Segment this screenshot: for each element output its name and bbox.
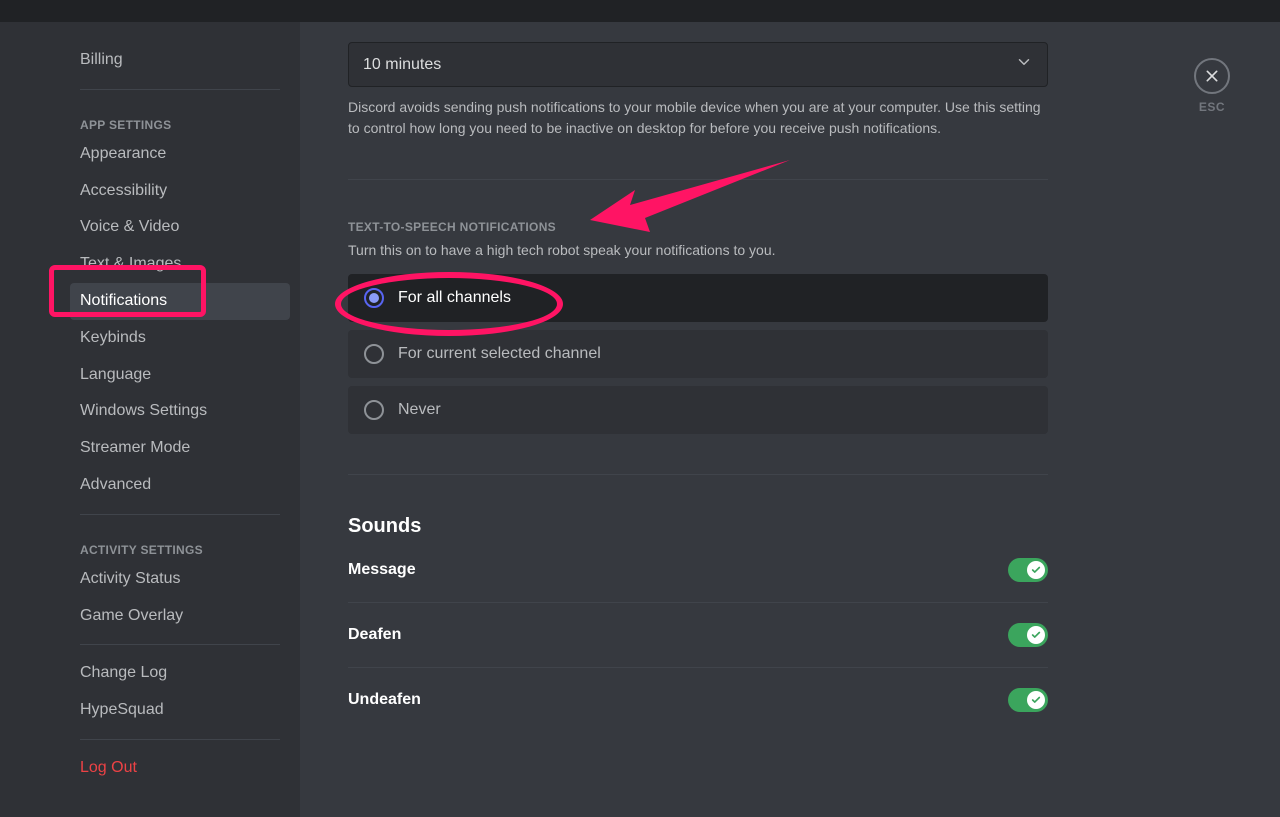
tts-section-subtext: Turn this on to have a high tech robot s… [348,242,1048,258]
sidebar-item-keybinds[interactable]: Keybinds [70,320,290,357]
sound-row-message: Message [348,538,1048,603]
sound-toggle-deafen[interactable] [1008,623,1048,647]
sidebar-item-label: Change Log [80,664,167,681]
sidebar-item-label: Log Out [80,759,137,776]
window-titlebar [0,0,1280,22]
toggle-thumb [1027,626,1045,644]
sidebar-item-voice-video[interactable]: Voice & Video [70,209,290,246]
sound-row-deafen: Deafen [348,603,1048,668]
close-button[interactable] [1194,58,1230,94]
section-divider [348,179,1048,180]
sidebar-item-label: Game Overlay [80,607,183,624]
radio-icon [364,288,384,308]
sidebar-item-label: Voice & Video [80,218,179,235]
sound-label: Message [348,561,416,579]
radio-label: For all channels [398,289,511,307]
sidebar-item-game-overlay[interactable]: Game Overlay [70,598,290,635]
radio-icon [364,344,384,364]
section-divider [348,474,1048,475]
sidebar-header-activity-settings: Activity Settings [70,525,290,561]
sidebar-item-appearance[interactable]: Appearance [70,136,290,173]
sound-toggle-message[interactable] [1008,558,1048,582]
sidebar-item-label: Accessibility [80,182,167,199]
sidebar-item-logout[interactable]: Log Out [70,750,290,787]
select-value: 10 minutes [363,56,441,74]
sidebar-divider [80,644,280,645]
sound-label: Undeafen [348,691,421,709]
tts-option-current-channel[interactable]: For current selected channel [348,330,1048,378]
check-icon [1031,565,1041,575]
sidebar-divider [80,89,280,90]
tts-option-never[interactable]: Never [348,386,1048,434]
radio-label: Never [398,401,441,419]
sidebar-item-notifications[interactable]: Notifications [70,283,290,320]
radio-icon [364,400,384,420]
sidebar-item-hypesquad[interactable]: HypeSquad [70,692,290,729]
sidebar-header-app-settings: App Settings [70,100,290,136]
radio-label: For current selected channel [398,345,601,363]
sound-toggle-undeafen[interactable] [1008,688,1048,712]
sidebar-item-label: Streamer Mode [80,439,190,456]
sidebar-item-windows-settings[interactable]: Windows Settings [70,393,290,430]
settings-content-area: ESC 10 minutes Discord avoids sending pu… [300,22,1280,817]
toggle-thumb [1027,561,1045,579]
sidebar-item-label: Language [80,366,151,383]
sidebar-item-label: Keybinds [80,329,146,346]
sidebar-item-label: Text & Images [80,255,181,272]
sidebar-item-label: Windows Settings [80,402,207,419]
sound-label: Deafen [348,626,401,644]
sidebar-item-accessibility[interactable]: Accessibility [70,173,290,210]
sidebar-item-change-log[interactable]: Change Log [70,655,290,692]
notifications-settings-content: 10 minutes Discord avoids sending push n… [308,22,1088,817]
sounds-section-title: Sounds [348,515,1048,538]
check-icon [1031,630,1041,640]
sidebar-divider [80,739,280,740]
inactive-timeout-select[interactable]: 10 minutes [348,42,1048,87]
settings-sidebar-container: Billing App Settings Appearance Accessib… [0,22,300,817]
sidebar-item-text-images[interactable]: Text & Images [70,246,290,283]
sidebar-item-label: Activity Status [80,570,180,587]
sidebar-item-label: Advanced [80,476,151,493]
check-icon [1031,695,1041,705]
sidebar-item-label: HypeSquad [80,701,164,718]
tts-option-all-channels[interactable]: For all channels [348,274,1048,322]
settings-sidebar: Billing App Settings Appearance Accessib… [60,22,300,817]
inactive-timeout-helper: Discord avoids sending push notification… [348,97,1048,139]
tts-section-header: Text-to-Speech Notifications [348,220,1048,234]
close-icon [1204,68,1220,84]
sound-row-undeafen: Undeafen [348,668,1048,732]
toggle-thumb [1027,691,1045,709]
sidebar-item-language[interactable]: Language [70,357,290,394]
tts-radio-group: For all channels For current selected ch… [348,274,1048,434]
chevron-down-icon [1015,53,1033,76]
sidebar-item-label: Notifications [80,292,167,309]
sidebar-item-label: Billing [80,51,123,68]
sidebar-item-label: Appearance [80,145,166,162]
sidebar-item-streamer-mode[interactable]: Streamer Mode [70,430,290,467]
sidebar-divider [80,514,280,515]
sidebar-item-billing[interactable]: Billing [70,42,290,79]
close-settings-area: ESC [1194,58,1230,114]
close-label: ESC [1194,100,1230,114]
sidebar-item-advanced[interactable]: Advanced [70,467,290,504]
sidebar-item-activity-status[interactable]: Activity Status [70,561,290,598]
